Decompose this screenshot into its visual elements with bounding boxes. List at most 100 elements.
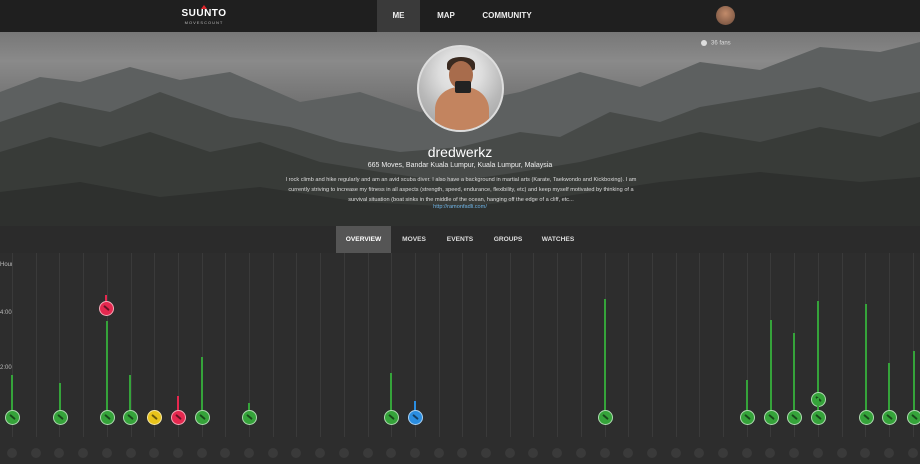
day-indicator <box>694 448 705 458</box>
profile-website-link[interactable]: http://ramonfadli.com/ <box>0 204 920 210</box>
day-indicator <box>101 448 112 458</box>
day-column-line <box>296 253 298 437</box>
suunto-logo[interactable]: SUUNTO MOVESCOUNT <box>176 5 232 25</box>
activity-bar[interactable] <box>865 304 867 417</box>
day-indicator <box>646 448 657 458</box>
nav-community[interactable]: COMMUNITY <box>478 0 536 32</box>
profile-meta: 665 Moves, Bandar Kuala Lumpur, Kuala Lu… <box>367 162 553 169</box>
day-indicator <box>670 448 681 458</box>
tab-events[interactable]: EVENTS <box>441 226 479 253</box>
day-indicator <box>528 448 539 458</box>
day-column-line <box>580 253 582 437</box>
day-indicator <box>30 448 41 458</box>
activity-sport-icon[interactable] <box>859 410 874 425</box>
day-indicator <box>718 448 728 458</box>
day-column-line <box>699 253 701 437</box>
activity-sport-icon[interactable] <box>147 410 162 425</box>
y-label-2: 2:00 <box>0 365 12 371</box>
activity-bar[interactable] <box>106 321 108 417</box>
activity-sport-icon[interactable] <box>907 410 920 425</box>
activity-bar[interactable] <box>817 301 819 399</box>
day-column-line <box>723 253 724 437</box>
day-column-line <box>343 253 345 437</box>
day-indicator <box>623 448 634 458</box>
day-column-line <box>841 253 843 437</box>
day-indicator <box>315 448 326 458</box>
day-column-line <box>533 253 535 437</box>
profile-picture <box>417 45 504 132</box>
activity-sport-icon[interactable] <box>123 410 138 425</box>
nav-me[interactable]: ME <box>377 0 420 32</box>
brand-sub: MOVESCOUNT <box>184 20 224 25</box>
day-indicator <box>54 448 65 458</box>
day-indicator <box>433 448 444 458</box>
activity-sport-icon[interactable] <box>53 410 68 425</box>
day-column-line <box>367 253 369 437</box>
y-label-4: 4:00 <box>0 310 12 316</box>
activity-sport-icon[interactable] <box>242 410 257 425</box>
day-indicator <box>575 448 586 458</box>
day-indicator <box>172 448 183 458</box>
day-column-line <box>438 253 440 437</box>
day-column-line <box>557 253 559 437</box>
activity-sport-icon[interactable] <box>5 410 20 425</box>
activity-bar[interactable] <box>201 357 203 417</box>
activity-sport-icon[interactable] <box>384 410 399 425</box>
activity-bar[interactable] <box>888 363 890 417</box>
activity-bar[interactable] <box>913 351 915 417</box>
activity-sport-icon[interactable] <box>740 410 755 425</box>
top-bar: SUUNTO MOVESCOUNT ME MAP COMMUNITY <box>0 0 920 32</box>
day-indicator <box>267 448 278 458</box>
day-column-line <box>628 253 630 437</box>
tab-moves[interactable]: MOVES <box>397 226 431 253</box>
activity-sport-icon[interactable] <box>882 410 897 425</box>
day-indicator <box>220 448 231 458</box>
day-indicator <box>812 448 823 458</box>
day-indicator <box>409 448 420 458</box>
profile-hero: 36 fans dredwerkz 665 Moves, Bandar Kual… <box>0 32 920 226</box>
day-column-line <box>35 253 37 437</box>
activity-sport-icon[interactable] <box>787 410 802 425</box>
tab-groups[interactable]: GROUPS <box>488 226 528 253</box>
day-indicator <box>883 448 894 458</box>
profile-bio: I rock climb and hike regularly and am a… <box>285 177 637 203</box>
profile-tabs: OVERVIEW MOVES EVENTS GROUPS WATCHES <box>0 226 920 253</box>
activity-sport-icon[interactable] <box>811 410 826 425</box>
day-indicator <box>196 448 207 458</box>
profile-username: dredwerkz <box>427 144 493 160</box>
activity-bar[interactable] <box>604 299 606 417</box>
day-column-line <box>83 253 85 437</box>
activity-bar[interactable] <box>770 320 772 417</box>
activity-sport-icon[interactable] <box>171 410 186 425</box>
day-column-line <box>486 253 487 437</box>
day-indicator <box>386 448 397 458</box>
tab-watches[interactable]: WATCHES <box>536 226 580 253</box>
day-indicator <box>481 448 491 458</box>
day-column-line <box>320 253 322 437</box>
activity-sport-icon[interactable] <box>408 410 423 425</box>
activity-sport-icon[interactable] <box>100 410 115 425</box>
day-indicator <box>504 448 515 458</box>
activity-sport-icon[interactable] <box>195 410 210 425</box>
day-indicator <box>907 448 918 458</box>
logo-triangle-icon <box>201 5 207 9</box>
day-indicator <box>789 448 800 458</box>
day-column-line <box>462 253 464 437</box>
day-indicator <box>836 448 847 458</box>
day-column-line <box>675 253 677 437</box>
activity-sport-icon[interactable] <box>598 410 613 425</box>
fans-count[interactable]: 36 fans <box>701 40 731 47</box>
day-indicator <box>552 448 563 458</box>
day-indicator <box>125 448 136 458</box>
day-indicator <box>244 448 254 458</box>
user-avatar[interactable] <box>716 6 735 25</box>
activity-sport-icon[interactable] <box>764 410 779 425</box>
day-indicator <box>741 448 752 458</box>
day-column-line <box>509 253 511 437</box>
tab-overview[interactable]: OVERVIEW <box>336 226 391 253</box>
nav-map[interactable]: MAP <box>428 0 464 32</box>
activity-sport-icon[interactable] <box>99 301 114 316</box>
day-indicator <box>291 448 302 458</box>
activity-bar[interactable] <box>793 333 795 417</box>
fans-icon <box>701 40 707 46</box>
